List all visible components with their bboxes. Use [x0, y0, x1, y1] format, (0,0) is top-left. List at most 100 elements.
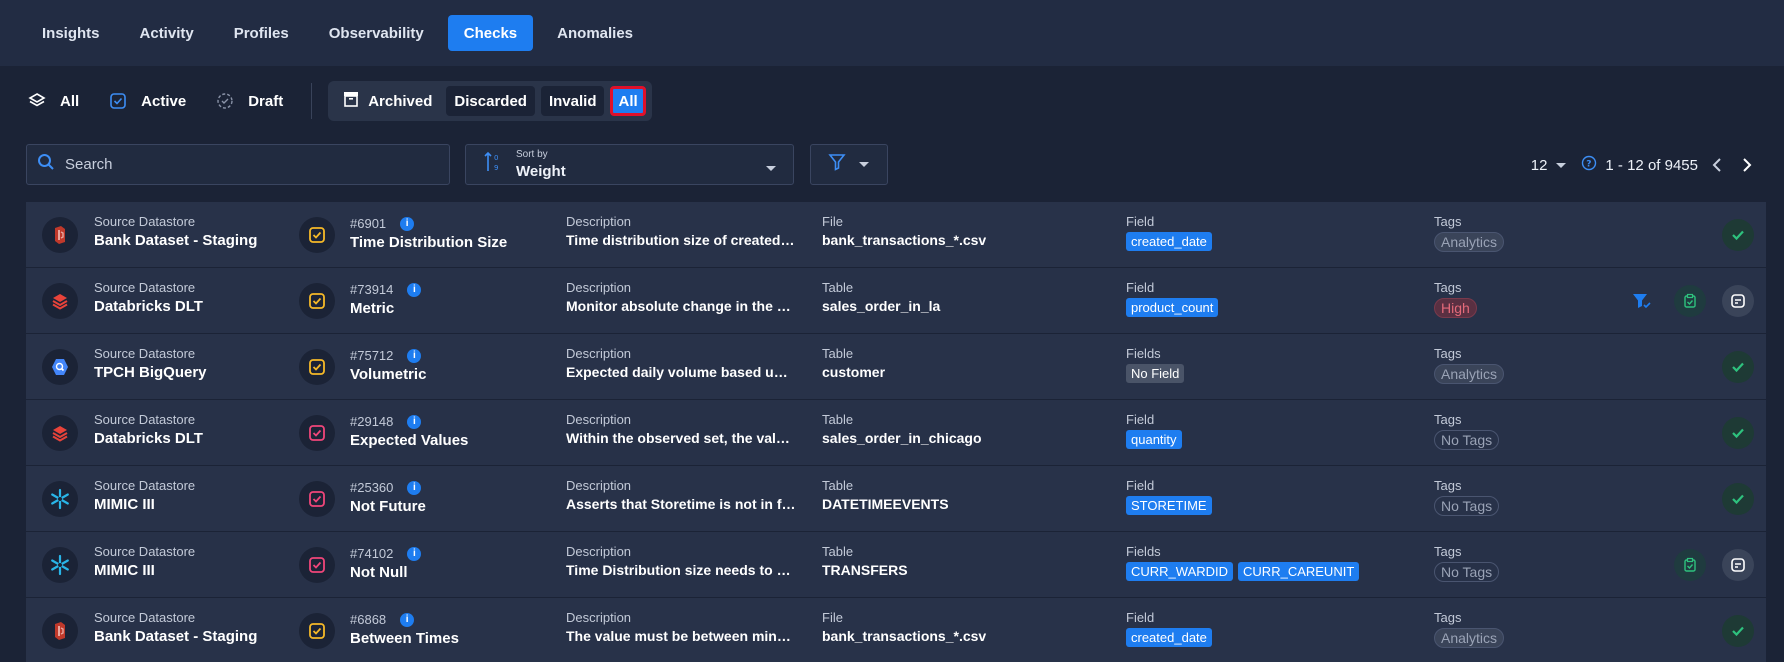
container-label: Table — [822, 544, 854, 559]
info-icon[interactable]: i — [400, 612, 415, 627]
field-chip: STORETIME — [1126, 496, 1212, 515]
tab-profiles[interactable]: Profiles — [218, 15, 305, 51]
container-label: Table — [822, 412, 854, 427]
sort-select[interactable]: 09 Sort by Weight — [465, 144, 794, 185]
description-label: Description — [566, 610, 632, 625]
per-page-select[interactable]: 12 — [1531, 157, 1568, 174]
container-value: customer — [822, 364, 886, 380]
note-icon[interactable] — [1722, 285, 1754, 317]
info-icon[interactable]: i — [407, 414, 422, 429]
datastore-label: Source Datastore — [94, 478, 196, 493]
tab-observability[interactable]: Observability — [313, 15, 440, 51]
datastore-name[interactable]: Databricks DLT — [94, 430, 203, 447]
tag-badge: High — [1434, 298, 1477, 318]
datastore-name[interactable]: MIMIC III — [94, 562, 195, 579]
tags-label: Tags — [1434, 214, 1462, 229]
table-row[interactable]: Source Datastore Databricks DLT #73914 i Met… — [26, 268, 1766, 334]
clipboard-check-icon[interactable] — [1674, 549, 1706, 581]
tab-activity[interactable]: Activity — [124, 15, 210, 51]
filter-invalid[interactable]: Invalid — [540, 86, 605, 116]
archive-icon — [342, 90, 360, 112]
info-icon[interactable]: i — [400, 216, 415, 231]
table-row[interactable]: Source Datastore TPCH BigQuery #75712 i Volu… — [26, 334, 1766, 400]
datastore-name[interactable]: Bank Dataset - Staging — [94, 628, 257, 645]
field-chip: No Field — [1126, 364, 1185, 383]
field-chip: quantity — [1126, 430, 1182, 449]
tab-insights[interactable]: Insights — [26, 15, 116, 51]
info-icon[interactable]: i — [407, 282, 422, 297]
status-filter-row: All Active Draft Archived Discarded Inva… — [0, 66, 1784, 136]
table-row[interactable]: Source Datastore MIMIC III #25360 i Not Futu… — [26, 466, 1766, 532]
active-check-icon — [107, 90, 129, 112]
sort-icon: 09 — [484, 151, 502, 178]
table-row[interactable]: Source Datastore Bank Dataset - Staging #6… — [26, 202, 1766, 268]
search-input[interactable] — [65, 156, 425, 173]
tags-label: Tags — [1434, 346, 1462, 361]
status-ok-icon[interactable] — [1722, 351, 1754, 383]
help-icon[interactable]: ? — [1581, 155, 1597, 175]
clipboard-check-icon[interactable] — [1674, 285, 1706, 317]
filter-button[interactable] — [810, 144, 888, 185]
check-type-icon — [299, 613, 335, 649]
filter-archived[interactable]: Archived — [334, 86, 440, 116]
filter-all-label: All — [60, 92, 80, 110]
check-type-icon — [299, 481, 335, 517]
status-ok-icon[interactable] — [1722, 483, 1754, 515]
container-value: bank_transactions_*.csv — [822, 628, 987, 644]
container-label: Table — [822, 280, 854, 295]
filter-active-label: Active — [141, 92, 187, 110]
check-type-icon — [299, 547, 335, 583]
filter-active[interactable]: Active — [107, 90, 186, 112]
tab-bar: Insights Activity Profiles Observability Che… — [0, 0, 1784, 66]
note-icon[interactable] — [1722, 549, 1754, 581]
filter-check-icon[interactable] — [1626, 285, 1658, 317]
datastore-name[interactable]: TPCH BigQuery — [94, 364, 207, 381]
archive-filter-group: Archived Discarded Invalid All — [328, 81, 652, 121]
status-ok-icon[interactable] — [1722, 417, 1754, 449]
info-icon[interactable]: i — [407, 480, 422, 495]
snowflake-icon — [42, 481, 78, 517]
info-icon[interactable]: i — [407, 546, 422, 561]
tag-badge: Analytics — [1434, 628, 1505, 648]
field-label: Field — [1126, 412, 1155, 427]
datastore-name[interactable]: Databricks DLT — [94, 298, 203, 315]
filter-all[interactable]: All — [26, 90, 79, 112]
filter-draft[interactable]: Draft — [214, 90, 283, 112]
checks-list: Source Datastore Bank Dataset - Staging #6… — [26, 202, 1766, 662]
filter-archive-all[interactable]: All — [610, 86, 646, 116]
table-row[interactable]: Source Datastore Databricks DLT #29148 i Exp… — [26, 400, 1766, 466]
tags-label: Tags — [1434, 280, 1462, 295]
chevron-right-icon[interactable] — [1736, 154, 1758, 176]
datastore-label: Source Datastore — [94, 346, 196, 361]
container-value: TRANSFERS — [822, 562, 908, 578]
check-type-icon — [299, 349, 335, 385]
datastore-name[interactable]: Bank Dataset - Staging — [94, 232, 257, 249]
check-id: #6901 — [350, 216, 387, 231]
check-name: Not Future — [350, 498, 426, 515]
description-value: Monitor absolute change in the m... — [566, 298, 796, 314]
check-id: #25360 — [350, 480, 394, 495]
table-row[interactable]: Source Datastore Bank Dataset - Staging #6… — [26, 598, 1766, 662]
info-icon[interactable]: i — [407, 348, 422, 363]
table-row[interactable]: Source Datastore MIMIC III #74102 i Not Null… — [26, 532, 1766, 598]
databricks-icon — [42, 283, 78, 319]
filter-discarded[interactable]: Discarded — [446, 86, 535, 116]
field-chips: CURR_WARDID CURR_CAREUNIT — [1126, 562, 1360, 581]
chevron-left-icon[interactable] — [1706, 154, 1728, 176]
filter-discarded-label: Discarded — [454, 92, 527, 110]
tab-anomalies[interactable]: Anomalies — [541, 15, 649, 51]
status-ok-icon[interactable] — [1722, 219, 1754, 251]
tags-label: Tags — [1434, 544, 1462, 559]
check-type-icon — [299, 415, 335, 451]
caret-down-icon — [858, 156, 870, 174]
check-type-icon — [299, 283, 335, 319]
datastore-name[interactable]: MIMIC III — [94, 496, 195, 513]
field-chip: CURR_CAREUNIT — [1238, 562, 1360, 581]
check-name: Metric — [350, 300, 395, 317]
field-chip: created_date — [1126, 232, 1212, 251]
datastore-label: Source Datastore — [94, 544, 196, 559]
search-box — [26, 144, 450, 185]
status-ok-icon[interactable] — [1722, 615, 1754, 647]
toolbar: 09 Sort by Weight 12 ? 1 - 12 of 9455 — [0, 144, 1784, 194]
tab-checks[interactable]: Checks — [447, 15, 534, 51]
